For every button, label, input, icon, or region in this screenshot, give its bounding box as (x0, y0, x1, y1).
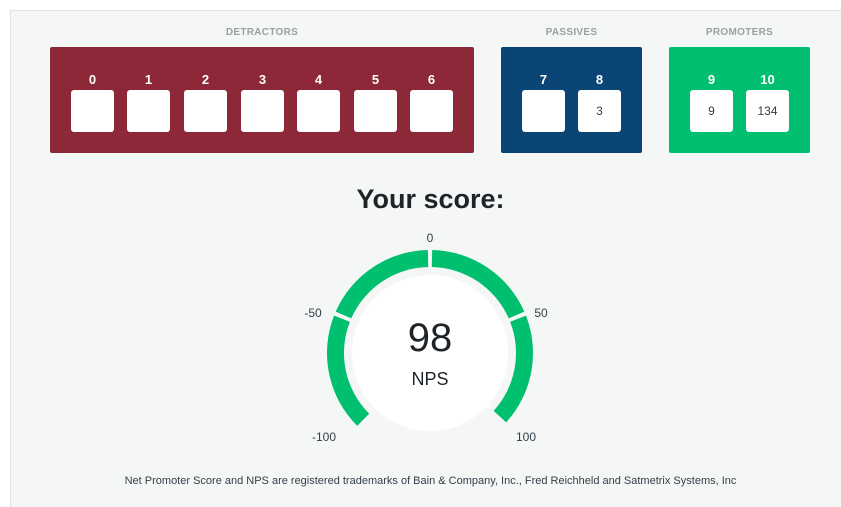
nps-gauge: 98 NPS -100 -50 0 50 100 (304, 231, 548, 444)
score-cell-9: 9 9 (690, 47, 733, 153)
score-count-box (354, 90, 397, 132)
score-cell-7: 7 (522, 47, 565, 153)
detractors-label: DETRACTORS (225, 27, 299, 38)
gauge-tick-50: 50 (534, 306, 548, 320)
promoters-label: PROMOTERS (705, 27, 774, 38)
score-count-box (522, 90, 565, 132)
gauge-tick-neg50: -50 (304, 306, 322, 320)
passives-label: PASSIVES (545, 27, 598, 38)
score-count-box: 3 (578, 90, 621, 132)
score-count-box (297, 90, 340, 132)
score-number: 2 (201, 72, 210, 87)
gauge-unit-label: NPS (411, 369, 448, 389)
trademark-footer: Net Promoter Score and NPS are registere… (124, 475, 737, 487)
score-cell-2: 2 (184, 47, 227, 153)
score-number: 5 (371, 72, 380, 87)
score-cell-3: 3 (241, 47, 284, 153)
score-count-box: 134 (746, 90, 789, 132)
gauge-tick-max: 100 (516, 430, 536, 444)
score-number: 8 (595, 72, 604, 87)
score-count-box (184, 90, 227, 132)
score-cell-6: 6 (410, 47, 453, 153)
score-title: Your score: (356, 184, 505, 214)
score-cell-4: 4 (297, 47, 340, 153)
score-number: 1 (144, 72, 153, 87)
score-cell-8: 8 3 (578, 47, 621, 153)
score-cell-0: 0 (71, 47, 114, 153)
score-number: 7 (539, 72, 548, 87)
detractors-block: 0 1 2 3 4 5 6 (50, 47, 474, 153)
gauge-tick-min: -100 (312, 430, 336, 444)
passives-block: 7 8 3 (501, 47, 642, 153)
score-number: 3 (258, 72, 267, 87)
score-number: 9 (707, 72, 716, 87)
gauge-value: 98 (408, 316, 453, 360)
gauge-tick-zero: 0 (427, 231, 434, 245)
score-number: 4 (314, 72, 323, 87)
score-cell-5: 5 (354, 47, 397, 153)
score-count-box (127, 90, 170, 132)
score-number: 10 (760, 72, 775, 87)
promoters-block: 9 9 10 134 (669, 47, 810, 153)
score-number: 6 (427, 72, 436, 87)
score-number: 0 (88, 72, 97, 87)
score-cell-1: 1 (127, 47, 170, 153)
score-count-box (410, 90, 453, 132)
score-count-box (241, 90, 284, 132)
score-count-box (71, 90, 114, 132)
score-count-box: 9 (690, 90, 733, 132)
score-cell-10: 10 134 (746, 47, 789, 153)
